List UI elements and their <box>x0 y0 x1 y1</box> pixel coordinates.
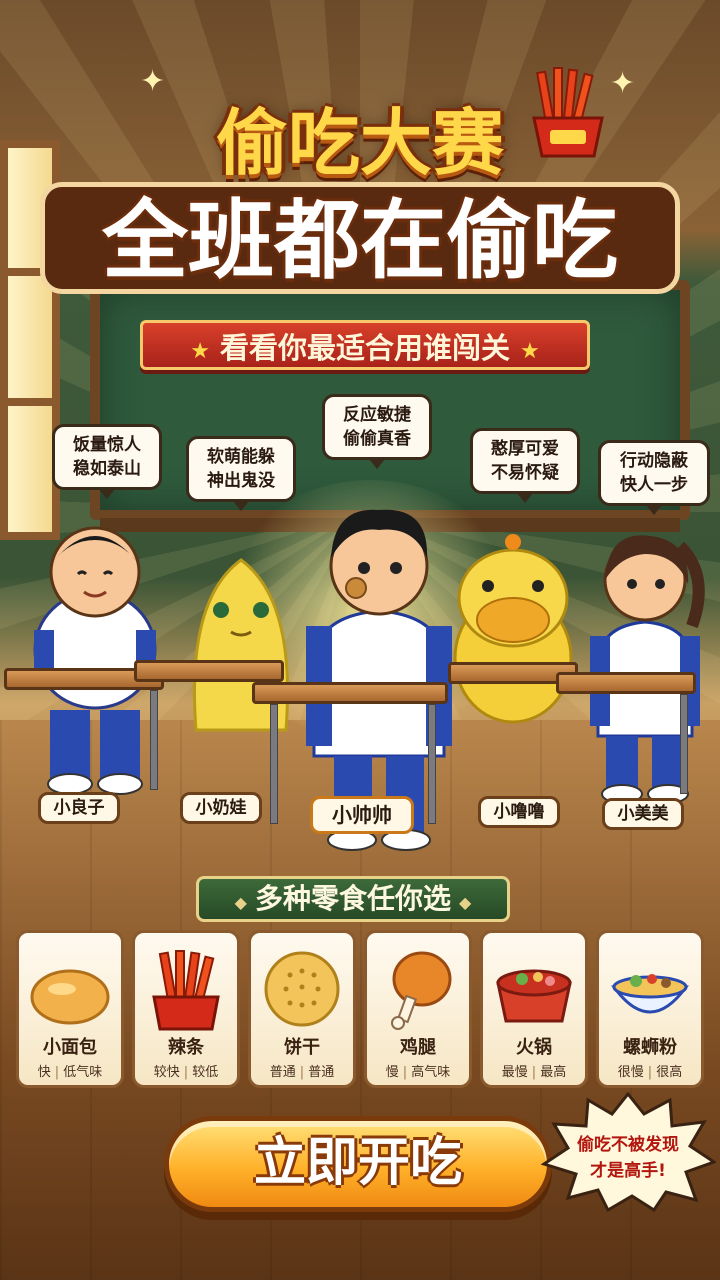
snack-smell: 普通 <box>308 1065 335 1080</box>
bubble-line: 反应敏捷 <box>343 405 411 425</box>
snack-speed: 很慢 <box>617 1065 644 1080</box>
snack-stats: 普通 | 普通 <box>269 1065 335 1080</box>
desk-leg <box>680 694 688 794</box>
snack-card-list: 小面包 快 | 低气味 辣条 较快 | 较低 饼干 普通 | 普通 鸡腿 慢 |… <box>16 930 704 1088</box>
character-bubble-2: 软萌能躲 神出鬼没 <box>186 436 296 511</box>
character-xiaoliangzi[interactable] <box>20 510 170 800</box>
snack-smell: 低气味 <box>63 1065 103 1080</box>
character-xiaonaiwa[interactable] <box>176 540 306 740</box>
snack-stats: 最慢 | 最高 <box>501 1065 567 1080</box>
bubble-line: 憨厚可爱 <box>491 439 559 459</box>
bread-icon <box>30 969 110 1025</box>
tip-line: 偷吃不被发现 <box>577 1135 679 1155</box>
cookie-icon <box>264 951 340 1027</box>
hotpot-icon <box>496 969 572 1023</box>
snack-stats: 很慢 | 很高 <box>617 1065 683 1080</box>
tip-line: 才是高手! <box>590 1161 666 1181</box>
noodle-bowl-icon <box>611 974 689 1014</box>
snack-name: 鸡腿 <box>400 1037 436 1058</box>
tip-badge: 偷吃不被发现 才是高手! <box>548 1132 708 1184</box>
character-nameplate-4[interactable]: 小噜噜 <box>478 796 560 828</box>
snack-section-title-text: 多种零食任你选 <box>254 882 451 915</box>
bubble-line: 饭量惊人 <box>73 435 141 455</box>
title-ribbon: ★ 看看你最适合用谁闯关 ★ <box>140 320 590 370</box>
snack-smell: 较低 <box>192 1065 219 1080</box>
bubble-line: 偷偷真香 <box>343 429 411 449</box>
snack-speed: 慢 <box>385 1065 399 1080</box>
desk-leg <box>270 704 278 824</box>
desk <box>556 672 696 694</box>
character-nameplate-1[interactable]: 小良子 <box>38 792 120 824</box>
snack-speed: 最慢 <box>501 1065 528 1080</box>
spicy-strip-icon <box>532 67 604 158</box>
desk-leg <box>428 704 436 824</box>
desk <box>252 682 448 704</box>
character-bubble-4: 憨厚可爱 不易怀疑 <box>470 428 580 503</box>
drumstick-icon <box>391 951 452 1030</box>
snack-section-title: ◆ 多种零食任你选 ◆ <box>196 876 510 922</box>
snack-smell: 最高 <box>540 1065 567 1080</box>
character-bubble-5: 行动隐蔽 快人一步 <box>598 440 710 515</box>
snack-card-hotpot[interactable]: 火锅 最慢 | 最高 <box>480 930 588 1088</box>
snack-speed: 普通 <box>269 1065 296 1080</box>
character-nameplate-5[interactable]: 小美美 <box>602 798 684 830</box>
snack-stats: 较快 | 较低 <box>153 1065 219 1080</box>
character-nameplate-2[interactable]: 小奶娃 <box>180 792 262 824</box>
snack-speed: 快 <box>37 1065 51 1080</box>
snack-name: 辣条 <box>168 1037 204 1058</box>
snack-speed: 较快 <box>153 1065 180 1080</box>
snack-card-drumstick[interactable]: 鸡腿 慢 | 高气味 <box>364 930 472 1088</box>
bubble-line: 软萌能躲 <box>207 447 275 467</box>
desk <box>134 660 284 682</box>
snack-card-cookie[interactable]: 饼干 普通 | 普通 <box>248 930 356 1088</box>
snack-name: 小面包 <box>43 1037 97 1058</box>
character-bubble-3: 反应敏捷 偷偷真香 <box>322 394 432 469</box>
bubble-line: 快人一步 <box>620 475 688 495</box>
snack-smell: 高气味 <box>411 1065 451 1080</box>
snack-stats: 快 | 低气味 <box>37 1065 103 1080</box>
snack-name: 火锅 <box>516 1037 552 1058</box>
snack-stats: 慢 | 高气味 <box>385 1065 451 1080</box>
star-icon: ★ <box>190 339 210 364</box>
bubble-line: 不易怀疑 <box>491 463 559 483</box>
ribbon-text: 看看你最适合用谁闯关 <box>219 331 510 365</box>
desk-leg <box>150 690 158 790</box>
game-subtitle: 全班都在偷吃 <box>40 182 680 294</box>
start-eating-button[interactable]: 立即开吃 <box>164 1116 552 1212</box>
snack-name: 螺蛳粉 <box>623 1037 677 1058</box>
snack-card-bread[interactable]: 小面包 快 | 低气味 <box>16 930 124 1088</box>
snack-card-spicy-strip[interactable]: 辣条 较快 | 较低 <box>132 930 240 1088</box>
character-nameplate-3-selected[interactable]: 小帅帅 <box>310 796 414 834</box>
character-xiaolulu[interactable] <box>448 528 578 728</box>
bubble-line: 神出鬼没 <box>207 471 275 491</box>
game-title: 偷吃大赛 <box>215 101 504 185</box>
character-bubble-1: 饭量惊人 稳如泰山 <box>52 424 162 499</box>
spicy-strip-icon <box>152 950 220 1031</box>
bubble-line: 行动隐蔽 <box>620 451 688 471</box>
snack-card-noodle-bowl[interactable]: 螺蛳粉 很慢 | 很高 <box>596 930 704 1088</box>
bubble-line: 稳如泰山 <box>73 459 141 479</box>
snack-name: 饼干 <box>284 1037 320 1058</box>
character-xiaomeimei[interactable] <box>580 516 710 806</box>
ornament-icon: ◆ <box>234 893 247 912</box>
ornament-icon: ◆ <box>459 893 472 912</box>
star-icon: ★ <box>520 339 540 364</box>
snack-smell: 很高 <box>656 1065 683 1080</box>
